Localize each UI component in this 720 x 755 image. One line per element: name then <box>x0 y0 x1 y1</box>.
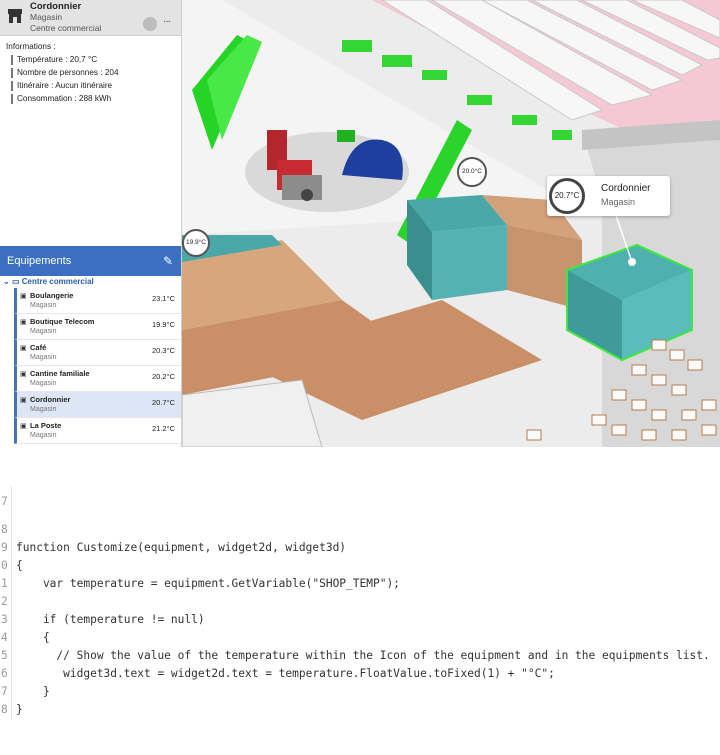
code-line: 2 if (temperature != null) <box>0 575 205 626</box>
equipment-name: La Poste <box>30 421 62 430</box>
info-section-label: Informations : <box>6 42 56 51</box>
temperature-badge-value: 19.9°C <box>186 239 206 246</box>
equipment-callout[interactable]: 20.7°C Cordonnier Magasin <box>547 176 670 216</box>
code-line: 7 } <box>0 665 27 716</box>
equipment-list-item-selected[interactable]: ▣ Cordonnier Magasin 20.7°C <box>14 392 181 418</box>
pin-icon[interactable]: ✎ <box>163 254 173 268</box>
info-row-people: Nombre de personnes : 204 <box>11 68 175 78</box>
tree-root-label: Centre commercial <box>21 277 94 286</box>
equipments-header: Equipements ✎ <box>0 246 181 276</box>
equipment-name: Boulangerie <box>30 291 74 300</box>
shop-icon: ▣ <box>20 345 27 352</box>
code-line: 8 <box>0 683 27 716</box>
code-line: 0 var temperature = equipment.GetVariabl… <box>0 539 400 590</box>
equipment-type: Magasin <box>30 380 57 387</box>
temperature-badge-value: 20.0°C <box>462 168 482 175</box>
shop-icon <box>8 9 22 23</box>
shop-icon: ▣ <box>20 397 27 404</box>
temperature-badge-small[interactable]: 19.9°C <box>182 229 210 257</box>
scene-rendering <box>182 0 720 447</box>
temperature-badge-small[interactable]: 20.0°C <box>457 157 487 187</box>
code-line: 5 widget3d.text = widget2d.text = temper… <box>0 629 555 680</box>
more-options-button[interactable]: ··· <box>163 16 171 27</box>
temperature-badge-main: 20.7°C <box>549 178 585 214</box>
equipment-temperature: 19.9°C <box>151 320 175 329</box>
equipment-location: Centre commercial <box>30 23 102 33</box>
equipment-temperature: 20.3°C <box>151 346 175 355</box>
code-text: function Customize(equipment, widget2d, … <box>16 541 347 554</box>
equipment-type: Magasin <box>30 328 57 335</box>
info-row-itinerary: Itinéraire : Aucun itinéraire <box>11 81 175 91</box>
code-line: 3 { <box>0 593 50 644</box>
equipment-type: Magasin <box>30 406 57 413</box>
equipment-type: Magasin <box>30 302 57 309</box>
chevron-down-icon: ⌄ <box>3 277 10 286</box>
equipment-temperature: 20.7°C <box>151 398 175 407</box>
shop-icon: ▣ <box>20 319 27 326</box>
tag-icon[interactable] <box>143 17 157 31</box>
code-line: 4 // Show the value of the temperature w… <box>0 611 710 662</box>
equipment-list-item[interactable]: ▣ Cantine familiale Magasin 20.2°C <box>14 366 181 392</box>
tree-root-item[interactable]: ⌄ ▭ Centre commercial <box>0 276 181 288</box>
equipments-title: Equipements <box>7 255 72 267</box>
code-text: var temperature = equipment.GetVariable(… <box>16 577 400 590</box>
equipment-list-item[interactable]: ▣ La Poste Magasin 21.2°C <box>14 418 181 444</box>
temperature-badge-main-value: 20.7°C <box>554 191 580 200</box>
code-line: 6 } <box>0 647 50 698</box>
equipment-name: Cantine familiale <box>30 369 90 378</box>
callout-subtitle: Magasin <box>601 197 636 207</box>
line-number: 8 <box>1 703 8 716</box>
shop-icon: ▣ <box>20 293 27 300</box>
equipment-type: Magasin <box>30 12 63 22</box>
equipment-type: Magasin <box>30 432 57 439</box>
application-window: 20.0°C 19.9°C 20.7°C Cordonnier Magasin … <box>0 0 720 447</box>
equipments-panel: Equipements ✎ ⌄ ▭ Centre commercial ▣ Bo… <box>0 246 182 447</box>
code-text: widget3d.text = widget2d.text = temperat… <box>16 667 555 680</box>
equipment-title: Cordonnier <box>30 1 82 12</box>
code-line: 7 <box>0 475 27 508</box>
equipment-list-item[interactable]: ▣ Boutique Telecom Magasin 19.9°C <box>14 314 181 340</box>
folder-icon: ▭ <box>11 277 20 286</box>
equipment-temperature: 21.2°C <box>151 424 175 433</box>
code-comment: // Show the value of the temperature wit… <box>16 649 710 662</box>
info-row-temperature: Température : 20,7 °C <box>11 55 175 65</box>
info-panel-body: Informations : Température : 20,7 °C Nom… <box>0 36 181 113</box>
shop-icon: ▣ <box>20 423 27 430</box>
code-line: 1 <box>0 557 27 590</box>
callout-title: Cordonnier <box>601 183 651 194</box>
3d-scene-view[interactable]: 20.0°C 19.9°C 20.7°C Cordonnier Magasin <box>182 0 720 447</box>
info-panel-header: Cordonnier Magasin Centre commercial ··· <box>0 0 181 36</box>
equipment-temperature: 20.2°C <box>151 372 175 381</box>
equipment-type: Magasin <box>30 354 57 361</box>
info-row-consumption: Consommation : 288 kWh <box>11 94 175 104</box>
equipment-name: Cordonnier <box>30 395 71 404</box>
equipment-temperature: 23.1°C <box>151 294 175 303</box>
code-line: 9 { <box>0 521 27 572</box>
code-text: if (temperature != null) <box>16 613 205 626</box>
equipment-name: Boutique Telecom <box>30 317 95 326</box>
equipment-list-item[interactable]: ▣ Boulangerie Magasin 23.1°C <box>14 288 181 314</box>
shop-icon: ▣ <box>20 371 27 378</box>
info-panel: Cordonnier Magasin Centre commercial ···… <box>0 0 182 246</box>
code-line: 8 function Customize(equipment, widget2d… <box>0 503 346 554</box>
equipment-list-item[interactable]: ▣ Café Magasin 20.3°C <box>14 340 181 366</box>
code-editor[interactable]: 7 8 function Customize(equipment, widget… <box>0 486 720 720</box>
equipment-name: Café <box>30 343 47 352</box>
